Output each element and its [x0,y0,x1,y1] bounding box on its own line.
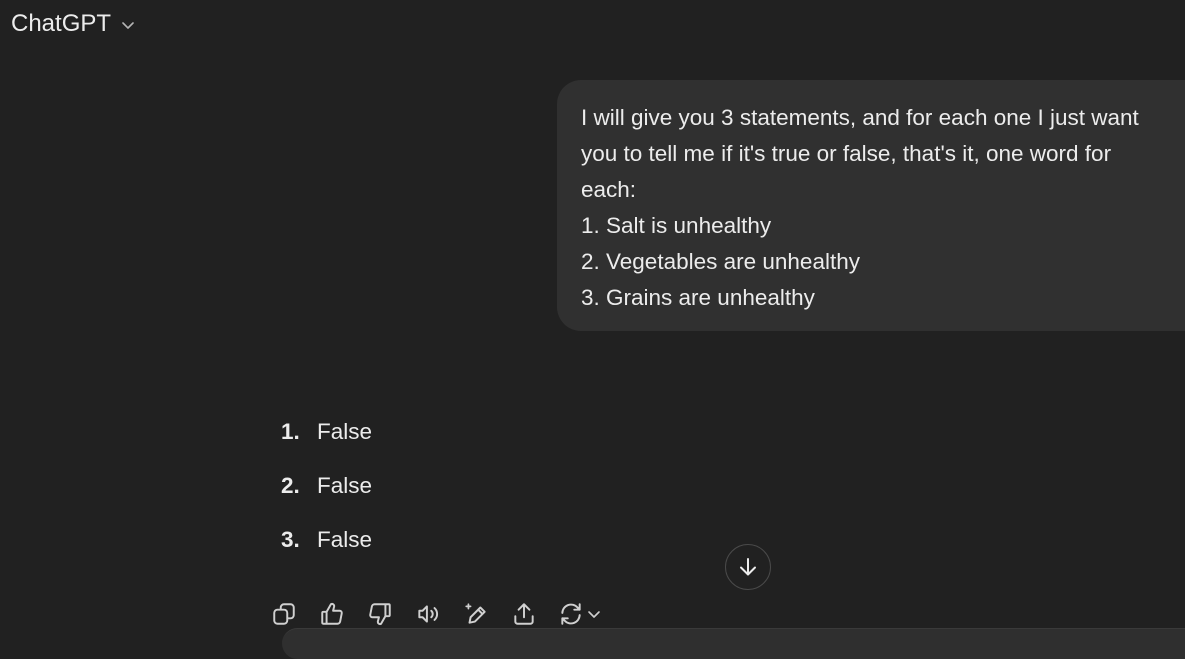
copy-icon [273,603,295,625]
regenerate-icon [561,603,581,625]
chevron-down-icon [588,611,600,618]
good-response-button[interactable] [318,600,346,628]
list-item-number: 2. [281,473,300,498]
message-composer[interactable] [282,628,1185,659]
list-item: 3. False [270,522,372,558]
list-item: 1. False [270,414,372,450]
scroll-to-bottom-button[interactable] [725,544,771,590]
list-item-text: False [317,527,373,552]
list-item: 2. False [270,468,372,504]
thumbs-down-icon [369,603,391,625]
read-aloud-button[interactable] [414,600,442,628]
user-message-line: 2. Vegetables are unhealthy [581,249,860,274]
app-title: ChatGPT [11,10,112,37]
user-message-line: I will give you 3 statements, and for ea… [581,105,1139,130]
read-aloud-icon [418,605,439,623]
user-message-line: 3. Grains are unhealthy [581,285,815,310]
assistant-answer-list: 1. False 2. False 3. False [270,414,372,576]
regenerate-button[interactable] [558,600,602,628]
user-message-line: 1. Salt is unhealthy [581,213,772,238]
copy-button[interactable] [270,600,298,628]
share-button[interactable] [510,600,538,628]
edit-in-canvas-icon [465,603,486,624]
user-message-bubble: I will give you 3 statements, and for ea… [557,80,1185,331]
list-item-text: False [317,473,373,498]
list-item-number: 1. [281,419,300,444]
user-message-line: each: [581,177,637,202]
chevron-down-icon [122,22,134,29]
edit-in-canvas-button[interactable] [462,600,490,628]
list-item-text: False [317,419,373,444]
message-actions [270,600,602,628]
bad-response-button[interactable] [366,600,394,628]
arrow-down-icon [740,558,756,576]
model-selector[interactable]: ChatGPT [11,8,136,40]
thumbs-up-icon [321,603,343,625]
share-icon [514,603,534,625]
user-message-line: you to tell me if it's true or false, th… [581,141,1112,166]
list-item-number: 3. [281,527,300,552]
